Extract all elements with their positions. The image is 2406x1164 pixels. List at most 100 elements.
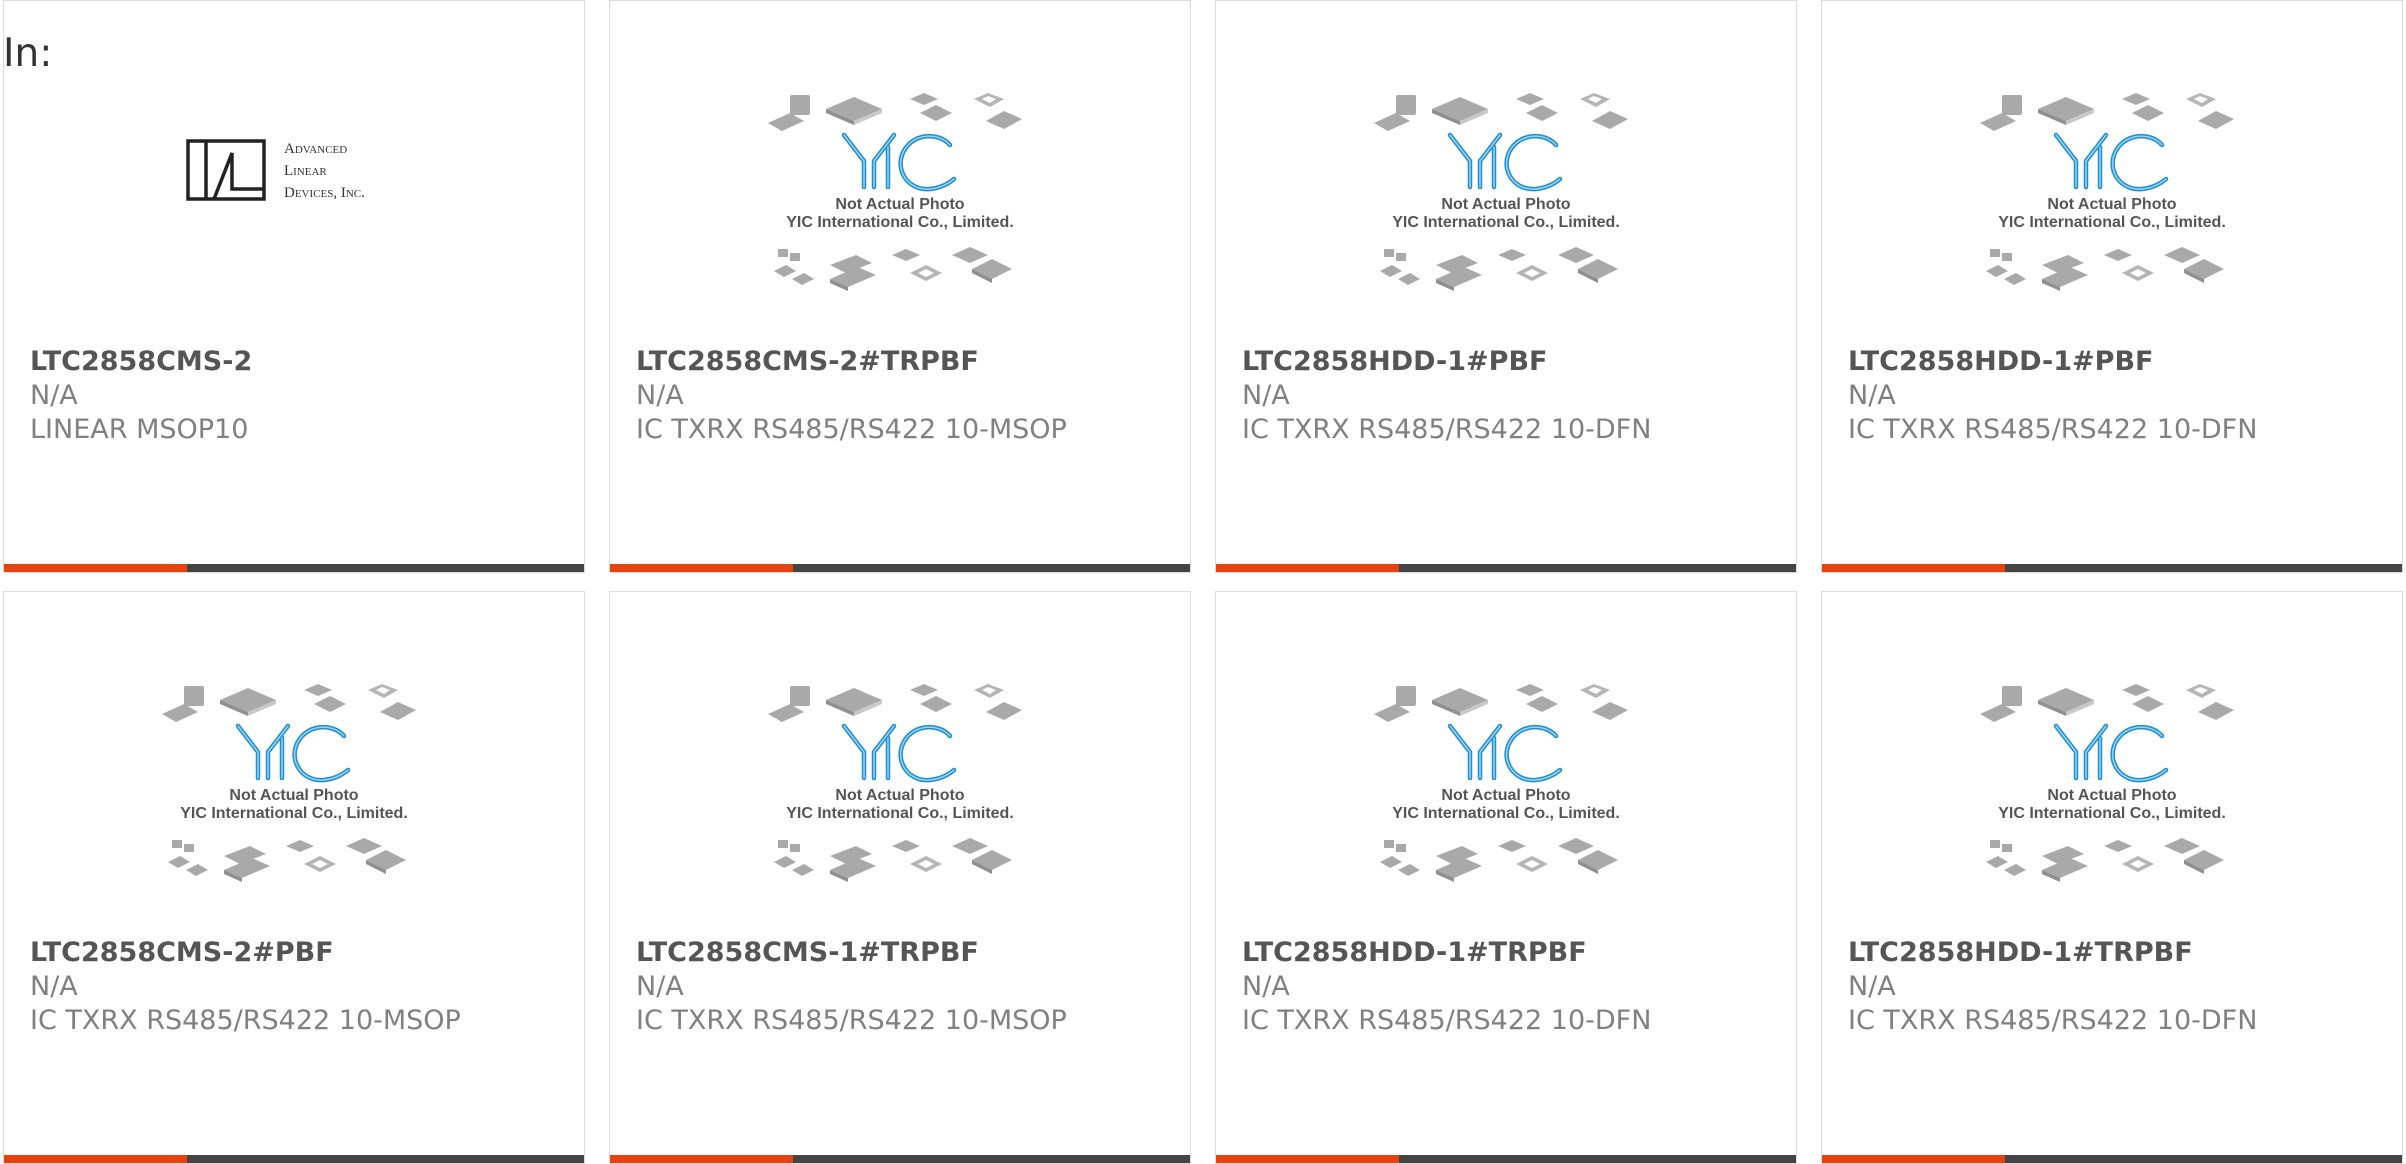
chip-illustrations-bottom [1986,838,2224,882]
availability: N/A [636,971,684,1002]
not-actual-photo-caption: Not Actual Photo [835,787,964,804]
yic-logo-icon [1447,132,1563,192]
yic-placeholder-image: Not Actual PhotoYIC International Co., L… [768,684,1022,882]
product-image[interactable]: Not Actual Photo YIC International Co., L… [1822,89,2402,329]
advanced-linear-devices-logo: Advanced Linear Devices, Inc. [186,139,365,201]
not-actual-photo-caption: Not Actual Photo [1441,787,1570,804]
page-label: In: [3,31,53,76]
yic-placeholder-image: Not Actual PhotoYIC International Co., L… [162,684,416,882]
yic-placeholder-image: Not Actual PhotoYIC International Co., L… [1980,93,2234,291]
company-caption: YIC International Co., Limited. [180,805,408,822]
not-actual-photo-caption: Not Actual Photo [229,787,358,804]
chip-illustrations-top [1374,684,1628,722]
product-card[interactable]: Not Actual Photo YIC International Co., L… [3,591,585,1164]
yic-logo-icon [1447,723,1563,783]
yic-logo-icon [2053,132,2169,192]
product-info: LTC2858CMS-2#PBF N/A IC TXRX RS485/RS422… [30,936,572,1038]
product-description: IC TXRX RS485/RS422 10-MSOP [30,1005,461,1036]
yic-logo-icon [235,723,351,783]
chip-illustrations-top [1980,684,2234,722]
product-image[interactable]: Not Actual Photo YIC International Co., L… [610,89,1190,329]
product-grid: Advanced Linear Devices, Inc. LTC2858CMS-2… [3,0,2403,1164]
availability: N/A [30,380,78,411]
part-number[interactable]: LTC2858HDD-1#TRPBF [1848,936,2390,970]
chip-illustrations-top [1374,93,1628,131]
chip-illustrations-top [768,93,1022,131]
company-caption: YIC International Co., Limited. [786,805,1014,822]
card-bottom-bar [610,1155,1190,1163]
company-caption: YIC International Co., Limited. [1392,214,1620,231]
availability: N/A [1848,380,1896,411]
product-info: LTC2858HDD-1#TRPBF N/A IC TXRX RS485/RS4… [1848,936,2390,1038]
card-bar-accent [1822,564,2005,572]
yic-logo-icon [2053,723,2169,783]
product-card[interactable]: Not Actual Photo YIC International Co., L… [1821,591,2403,1164]
not-actual-photo-caption: Not Actual Photo [1441,196,1570,213]
card-bottom-bar [610,564,1190,572]
yic-logo-icon [841,723,957,783]
product-card[interactable]: Not Actual Photo YIC International Co., L… [1215,0,1797,573]
company-caption: YIC International Co., Limited. [786,214,1014,231]
chip-illustrations-bottom [168,838,406,882]
yic-placeholder-image: Not Actual PhotoYIC International Co., L… [1980,684,2234,882]
product-info: LTC2858CMS-1#TRPBF N/A IC TXRX RS485/RS4… [636,936,1178,1038]
part-number[interactable]: LTC2858HDD-1#TRPBF [1242,936,1784,970]
product-info: LTC2858HDD-1#PBF N/A IC TXRX RS485/RS422… [1242,345,1784,447]
card-bar-accent [4,564,187,572]
company-caption: YIC International Co., Limited. [1998,805,2226,822]
chip-illustrations-top [162,684,416,722]
card-bar-accent [1216,1155,1399,1163]
product-image[interactable]: Not Actual Photo YIC International Co., L… [4,680,584,920]
availability: N/A [636,380,684,411]
part-number[interactable]: LTC2858HDD-1#PBF [1848,345,2390,379]
company-caption: YIC International Co., Limited. [1392,805,1620,822]
availability: N/A [1848,971,1896,1002]
product-info: LTC2858CMS-2 N/A LINEAR MSOP10 [30,345,572,447]
availability: N/A [1242,971,1290,1002]
card-bottom-bar [1822,1155,2402,1163]
card-bar-accent [610,564,793,572]
card-bottom-bar [1216,564,1796,572]
card-bar-accent [610,1155,793,1163]
adi-logo-text-line: Devices, Inc. [284,185,365,201]
part-number[interactable]: LTC2858CMS-2#TRPBF [636,345,1178,379]
card-bar-accent [1216,564,1399,572]
product-card[interactable]: Advanced Linear Devices, Inc. LTC2858CMS-2… [3,0,585,573]
part-number[interactable]: LTC2858CMS-2 [30,345,572,379]
product-description: IC TXRX RS485/RS422 10-DFN [1242,414,1652,445]
product-description: LINEAR MSOP10 [30,414,249,445]
chip-illustrations-top [1980,93,2234,131]
product-info: LTC2858HDD-1#PBF N/A IC TXRX RS485/RS422… [1848,345,2390,447]
product-card[interactable]: Not Actual Photo YIC International Co., L… [609,0,1191,573]
product-image[interactable]: Advanced Linear Devices, Inc. [4,1,584,341]
part-number[interactable]: LTC2858HDD-1#PBF [1242,345,1784,379]
product-description: IC TXRX RS485/RS422 10-MSOP [636,1005,1067,1036]
chip-illustrations-bottom [774,838,1012,882]
product-image[interactable]: Not Actual Photo YIC International Co., L… [1216,89,1796,329]
chip-illustrations-bottom [1380,838,1618,882]
adi-logo-text-line: Advanced [284,141,347,157]
chip-illustrations-top [768,684,1022,722]
chip-illustrations-bottom [1986,247,2224,291]
card-bottom-bar [4,1155,584,1163]
product-image[interactable]: Not Actual Photo YIC International Co., L… [610,680,1190,920]
product-description: IC TXRX RS485/RS422 10-MSOP [636,414,1067,445]
chip-illustrations-bottom [1380,247,1618,291]
yic-placeholder-image: Not Actual PhotoYIC International Co., L… [1374,93,1628,291]
not-actual-photo-caption: Not Actual Photo [2047,787,2176,804]
availability: N/A [30,971,78,1002]
manufacturer-logo: Advanced Linear Devices, Inc. [184,131,404,211]
yic-logo-icon [841,132,957,192]
product-image[interactable]: Not Actual Photo YIC International Co., L… [1216,680,1796,920]
not-actual-photo-caption: Not Actual Photo [2047,196,2176,213]
part-number[interactable]: LTC2858CMS-1#TRPBF [636,936,1178,970]
not-actual-photo-caption: Not Actual Photo [835,196,964,213]
product-card[interactable]: Not Actual Photo YIC International Co., L… [1821,0,2403,573]
product-image[interactable]: Not Actual Photo YIC International Co., L… [1822,680,2402,920]
part-number[interactable]: LTC2858CMS-2#PBF [30,936,572,970]
card-bar-accent [4,1155,187,1163]
yic-placeholder-image: Not Actual PhotoYIC International Co., L… [1374,684,1628,882]
product-card[interactable]: Not Actual Photo YIC International Co., L… [1215,591,1797,1164]
product-card[interactable]: Not Actual Photo YIC International Co., L… [609,591,1191,1164]
availability: N/A [1242,380,1290,411]
